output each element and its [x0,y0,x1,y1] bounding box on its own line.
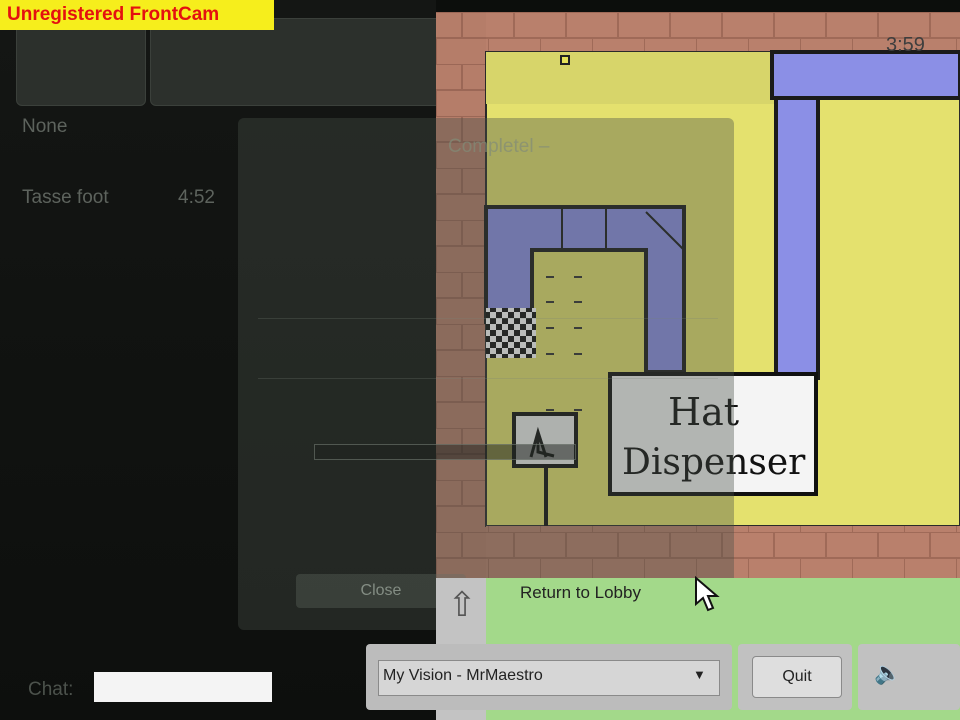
score-name-2: Tasse foot [22,187,109,208]
up-arrow-icon[interactable]: ⇧ [446,584,478,626]
marker [560,55,570,65]
dialog-title: Completel – [448,136,550,157]
mouse-cursor-icon [695,576,720,612]
divider [258,318,718,319]
score-name-1: None [22,116,68,137]
score-time-2: 4:52 [178,187,215,208]
pipe-vertical-right [774,96,820,380]
vision-select-value: My Vision - MrMaestro [383,667,543,684]
chevron-down-icon[interactable]: ▼ [693,667,706,682]
divider [258,378,718,379]
watermark: Unregistered FrontCam [0,0,274,30]
return-to-lobby-link[interactable]: Return to Lobby [520,583,641,603]
speaker-icon[interactable]: 🔈 [874,660,901,686]
chat-input[interactable] [94,672,272,702]
pipe-top-right [770,50,960,100]
game-timer: 3:59 [886,34,925,56]
floor-top-band [486,52,776,104]
quit-button[interactable]: Quit [752,656,842,698]
results-dialog: Completel – Close [238,118,734,630]
top-left-box [16,18,146,106]
chat-label: Chat: [28,679,74,700]
progress-bar [314,444,576,460]
